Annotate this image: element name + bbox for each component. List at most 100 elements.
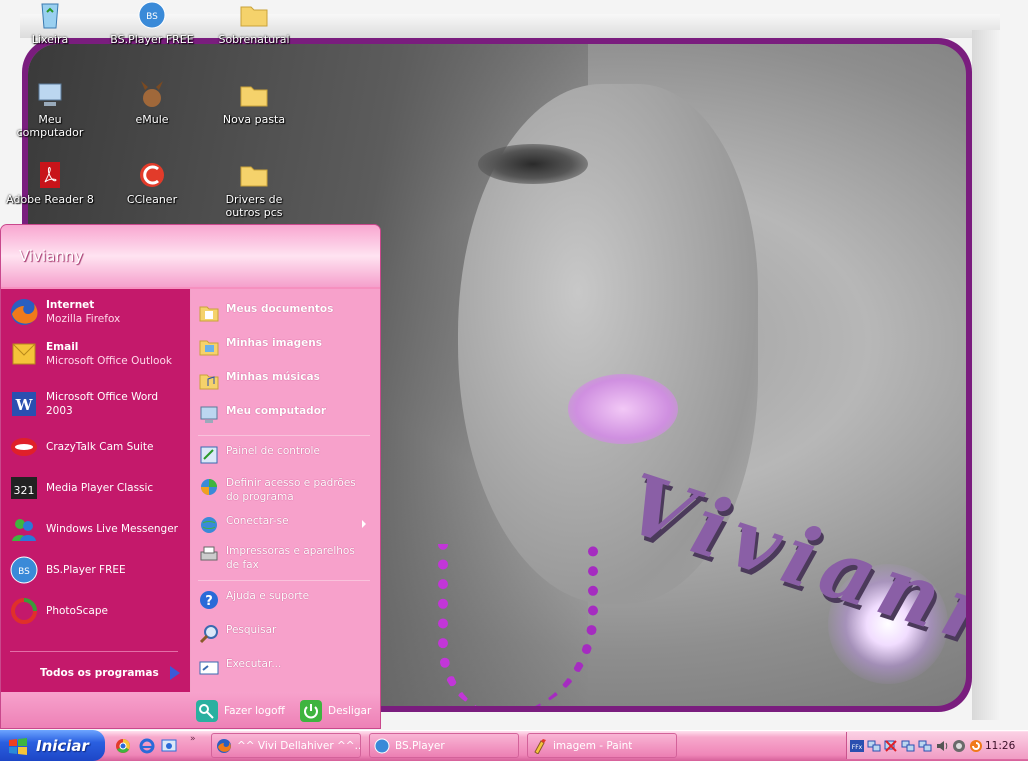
place-item-my-pictures[interactable]: Minhas imagens: [198, 336, 378, 358]
system-item-printers[interactable]: Impressoras e aparelhos de fax: [198, 544, 368, 572]
pinned-item-internet[interactable]: Internet Mozilla Firefox: [8, 296, 188, 328]
logoff-button[interactable]: Fazer logoff: [195, 699, 285, 723]
all-programs-label: Todos os programas: [40, 667, 159, 679]
system-item-program-defaults[interactable]: Definir acesso e padrões do programa: [198, 476, 368, 504]
place-item-label: Minhas imagens: [226, 337, 322, 349]
svg-text:BS: BS: [146, 12, 158, 22]
pinned-item-email[interactable]: Email Microsoft Office Outlook: [8, 338, 188, 370]
recent-item-bsplayer[interactable]: BS BS.Player FREE: [8, 554, 188, 586]
desktop-icon-nova-pasta[interactable]: Nova pasta: [209, 80, 299, 126]
pinned-item-title: Email: [46, 341, 79, 353]
photoscape-icon: [11, 598, 37, 624]
svg-text:321: 321: [14, 484, 35, 497]
show-desktop-icon[interactable]: [161, 738, 177, 754]
place-item-label: Meus documentos: [226, 303, 334, 315]
system-item-label: Conectar-se: [226, 515, 289, 527]
program-defaults-icon: [201, 479, 217, 495]
shutdown-label: Desligar: [328, 705, 372, 717]
quick-launch-more-icon[interactable]: »: [190, 734, 196, 744]
pinned-item-subtitle: Mozilla Firefox: [46, 313, 121, 325]
ie-icon[interactable]: [139, 738, 155, 754]
network-disabled-icon[interactable]: [884, 739, 898, 753]
printer-icon: [200, 546, 218, 561]
desktop-icon-label: Sobrenatural: [218, 33, 290, 46]
folder-icon: [240, 86, 268, 107]
logoff-label: Fazer logoff: [224, 705, 285, 717]
wallpaper-lips: [568, 374, 678, 444]
ffx-icon[interactable]: FFx: [850, 739, 864, 753]
desktop-icon-bsplayer[interactable]: BS BS.Player FREE: [107, 0, 197, 46]
firefox-icon: [11, 299, 38, 325]
my-music-icon: [199, 374, 219, 390]
recent-item-label: Windows Live Messenger: [46, 523, 179, 535]
start-menu-separator: [198, 580, 370, 581]
all-programs-button[interactable]: Todos os programas: [0, 660, 190, 688]
my-pictures-icon: [199, 340, 219, 356]
outlook-icon: [12, 343, 36, 365]
place-item-my-computer[interactable]: Meu computador: [198, 404, 378, 426]
word-icon: W: [12, 392, 36, 416]
desktop-icon-label: Lixeira: [31, 33, 69, 46]
svg-text:BS: BS: [18, 567, 30, 577]
folder-icon: [240, 6, 268, 27]
paint-icon: [534, 738, 546, 754]
network-icon[interactable]: [867, 739, 881, 753]
recent-item-word[interactable]: W Microsoft Office Word 2003: [8, 388, 188, 420]
desktop-icon-emule[interactable]: eMule: [107, 80, 197, 126]
recent-item-label: PhotoScape: [46, 605, 108, 617]
place-item-my-music[interactable]: Minhas músicas: [198, 370, 378, 392]
desktop-icon-label: eMule: [135, 113, 169, 126]
help-item-help-support[interactable]: ? Ajuda e suporte: [198, 589, 378, 611]
help-item-label: Ajuda e suporte: [226, 590, 310, 602]
help-item-run[interactable]: Executar...: [198, 657, 378, 679]
computer-icon: [200, 406, 218, 423]
recent-item-crazytalk[interactable]: CrazyTalk Cam Suite: [8, 431, 188, 463]
recent-item-messenger[interactable]: Windows Live Messenger: [8, 513, 188, 545]
shutdown-button[interactable]: Desligar: [299, 699, 371, 723]
wallpaper-eye: [478, 144, 588, 184]
task-label: ^^ Vivi Dellahiver ^^...: [237, 739, 360, 752]
recent-item-mpc[interactable]: 321 Media Player Classic: [8, 472, 188, 504]
task-button-paint[interactable]: imagem - Paint: [527, 733, 677, 758]
ccleaner-icon: [140, 163, 164, 187]
desktop-icon-label: Adobe Reader 8: [6, 193, 94, 206]
start-button[interactable]: Iniciar: [0, 730, 105, 761]
chrome-icon[interactable]: [115, 738, 131, 754]
svg-text:?: ?: [205, 594, 213, 609]
recent-item-label: Media Player Classic: [46, 482, 154, 494]
recycle-bin-icon: [41, 3, 59, 29]
messenger-icon: [12, 519, 36, 541]
recent-item-photoscape[interactable]: PhotoScape: [8, 595, 188, 627]
network-icon[interactable]: [901, 739, 915, 753]
desktop-icon-label: Nova pasta: [222, 113, 286, 126]
task-button-firefox[interactable]: ^^ Vivi Dellahiver ^^...: [211, 733, 361, 758]
desktop-icon-label: Meu computador: [16, 113, 84, 139]
power-icon: [300, 700, 322, 722]
clock[interactable]: 11:26: [985, 740, 1015, 752]
network-icon[interactable]: [918, 739, 932, 753]
desktop-icon-recycle-bin[interactable]: Lixeira: [5, 0, 95, 46]
desktop-icon-drivers[interactable]: Drivers de outros pcs: [209, 160, 299, 219]
update-icon[interactable]: [969, 739, 983, 753]
help-item-search[interactable]: Pesquisar: [198, 623, 378, 645]
desktop-icon-adobe-reader[interactable]: Adobe Reader 8: [5, 160, 95, 206]
system-item-connect[interactable]: Conectar-se: [198, 514, 378, 536]
control-panel-icon: [200, 446, 218, 464]
task-button-bsplayer[interactable]: BS.Player: [369, 733, 519, 758]
desktop-icon-ccleaner[interactable]: CCleaner: [107, 160, 197, 206]
wallpaper-shadow-right: [972, 30, 1000, 720]
place-item-my-documents[interactable]: Meus documentos: [198, 302, 378, 324]
antivirus-icon[interactable]: [952, 739, 966, 753]
computer-icon: [38, 83, 62, 106]
help-item-label: Pesquisar: [226, 624, 277, 636]
media-player-classic-icon: 321: [11, 477, 37, 499]
help-item-label: Executar...: [226, 658, 282, 670]
system-item-label: Definir acesso e padrões do programa: [226, 477, 356, 503]
desktop-icon-sobrenatural[interactable]: Sobrenatural: [209, 0, 299, 46]
search-icon: [199, 625, 218, 644]
desktop-icon-my-computer[interactable]: Meu computador: [5, 80, 95, 139]
volume-icon[interactable]: [935, 739, 949, 753]
system-item-control-panel[interactable]: Painel de controle: [198, 444, 378, 466]
folder-icon: [240, 166, 268, 187]
bsplayer-icon: [374, 738, 390, 753]
